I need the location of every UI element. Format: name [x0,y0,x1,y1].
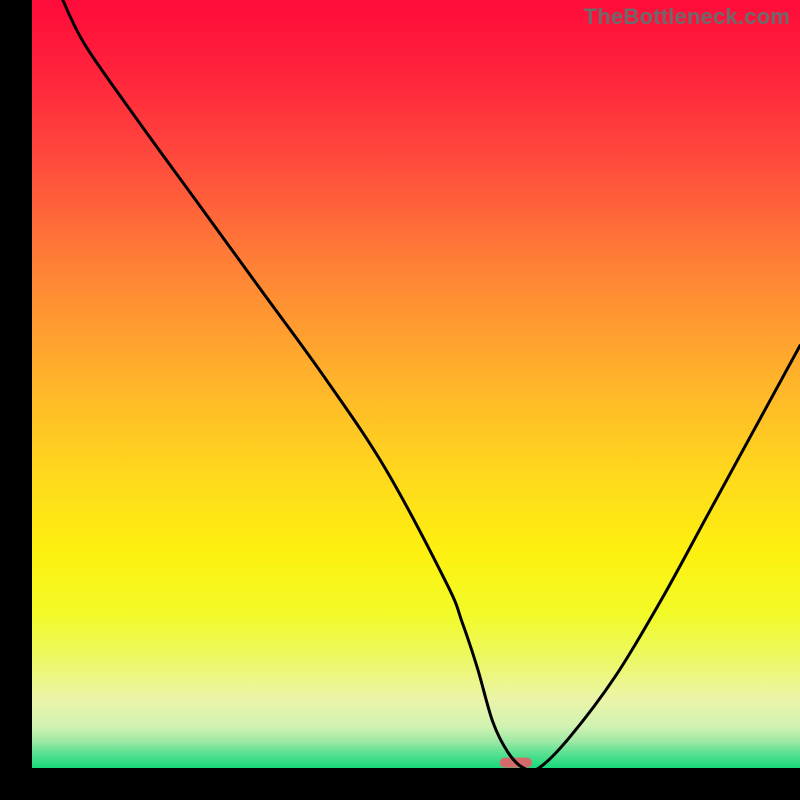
frame-left [0,0,32,800]
chart-container: TheBottleneck.com [0,0,800,800]
chart-background [32,0,800,768]
watermark-text: TheBottleneck.com [584,4,790,30]
chart-svg [0,0,800,800]
frame-bottom [0,768,800,800]
